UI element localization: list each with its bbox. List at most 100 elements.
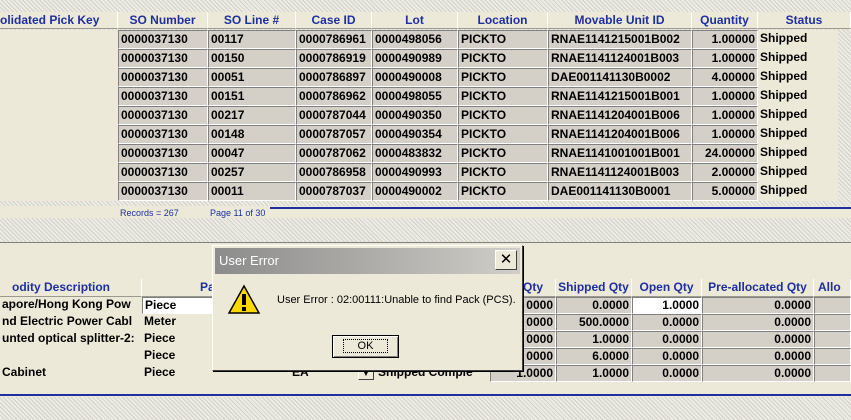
col-header-case-id[interactable]: Case ID: [296, 12, 372, 29]
cell-lot[interactable]: 0000490002: [372, 182, 458, 201]
cell-pre-allocated-qty[interactable]: 0.0000: [702, 348, 814, 365]
cell-location[interactable]: PICKTO: [458, 106, 548, 125]
cell-allocated[interactable]: [814, 331, 851, 348]
cell-pre-allocated-qty[interactable]: 0.0000: [702, 314, 814, 331]
cell-so-number[interactable]: 0000037130: [118, 30, 208, 49]
cell-consolidated-pick-key[interactable]: [0, 106, 118, 125]
cell-so-number[interactable]: 0000037130: [118, 106, 208, 125]
cell-lot[interactable]: 0000498055: [372, 87, 458, 106]
cell-consolidated-pick-key[interactable]: [0, 87, 118, 106]
cell-case-id[interactable]: 0000787037: [296, 182, 372, 201]
cell-so-number[interactable]: 0000037130: [118, 144, 208, 163]
col-header-shipped-qty[interactable]: Shipped Qty: [556, 279, 632, 297]
dialog-title-bar[interactable]: User Error: [215, 248, 520, 274]
cell-quantity[interactable]: 5.00000: [692, 182, 758, 201]
cell-movable-unit-id[interactable]: RNAE1141124001B003: [548, 163, 692, 182]
cell-status[interactable]: Shipped: [758, 163, 838, 182]
cell-lot[interactable]: 0000490008: [372, 68, 458, 87]
cell-so-line[interactable]: 00051: [208, 68, 296, 87]
cell-case-id[interactable]: 0000787062: [296, 144, 372, 163]
cell-location[interactable]: PICKTO: [458, 182, 548, 201]
cell-case-id[interactable]: 0000786958: [296, 163, 372, 182]
cell-shipped-qty[interactable]: 1.0000: [556, 331, 632, 348]
cell-so-number[interactable]: 0000037130: [118, 182, 208, 201]
cell-allocated[interactable]: [814, 314, 851, 331]
cell-so-number[interactable]: 0000037130: [118, 49, 208, 68]
cell-open-qty[interactable]: 0.0000: [632, 331, 702, 348]
cell-movable-unit-id[interactable]: DAE001141130B0001: [548, 182, 692, 201]
cell-status[interactable]: Shipped: [758, 87, 838, 106]
cell-open-qty[interactable]: 0.0000: [632, 348, 702, 365]
cell-consolidated-pick-key[interactable]: [0, 163, 118, 182]
col-header-allocated[interactable]: Allo: [814, 279, 851, 297]
cell-quantity[interactable]: 4.00000: [692, 68, 758, 87]
cell-consolidated-pick-key[interactable]: [0, 182, 118, 201]
col-header-so-line[interactable]: SO Line #: [208, 12, 296, 29]
cell-lot[interactable]: 0000490989: [372, 49, 458, 68]
cell-so-line[interactable]: 00047: [208, 144, 296, 163]
cell-consolidated-pick-key[interactable]: [0, 125, 118, 144]
cell-quantity[interactable]: 1.00000: [692, 106, 758, 125]
cell-location[interactable]: PICKTO: [458, 30, 548, 49]
cell-movable-unit-id[interactable]: RNAE1141204001B006: [548, 106, 692, 125]
col-header-so-number[interactable]: SO Number: [118, 12, 208, 29]
cell-open-qty[interactable]: 0.0000: [632, 365, 702, 382]
cell-location[interactable]: PICKTO: [458, 144, 548, 163]
col-header-open-qty[interactable]: Open Qty: [632, 279, 702, 297]
cell-so-number[interactable]: 0000037130: [118, 87, 208, 106]
cell-commodity-description[interactable]: Cabinet: [0, 365, 142, 382]
cell-movable-unit-id[interactable]: RNAE1141124001B003: [548, 49, 692, 68]
col-header-consolidated-pick-key[interactable]: olidated Pick Key: [0, 12, 118, 29]
cell-case-id[interactable]: 0000787044: [296, 106, 372, 125]
col-header-lot[interactable]: Lot: [372, 12, 458, 29]
cell-consolidated-pick-key[interactable]: [0, 49, 118, 68]
cell-case-id[interactable]: 0000786919: [296, 49, 372, 68]
cell-status[interactable]: Shipped: [758, 30, 838, 49]
cell-so-number[interactable]: 0000037130: [118, 68, 208, 87]
cell-commodity-description[interactable]: nd Electric Power Cabl: [0, 314, 142, 331]
cell-so-line[interactable]: 00217: [208, 106, 296, 125]
cell-quantity[interactable]: 1.00000: [692, 125, 758, 144]
cell-quantity[interactable]: 1.00000: [692, 30, 758, 49]
cell-lot[interactable]: 0000490354: [372, 125, 458, 144]
cell-quantity[interactable]: 1.00000: [692, 49, 758, 68]
cell-movable-unit-id[interactable]: RNAE1141215001B001: [548, 87, 692, 106]
cell-movable-unit-id[interactable]: RNAE1141001001B001: [548, 144, 692, 163]
cell-consolidated-pick-key[interactable]: [0, 144, 118, 163]
cell-allocated[interactable]: [814, 365, 851, 382]
cell-case-id[interactable]: 0000786897: [296, 68, 372, 87]
cell-commodity-description[interactable]: apore/Hong Kong Pow: [0, 297, 142, 314]
cell-so-line[interactable]: 00257: [208, 163, 296, 182]
cell-location[interactable]: PICKTO: [458, 49, 548, 68]
cell-location[interactable]: PICKTO: [458, 125, 548, 144]
cell-quantity[interactable]: 24.00000: [692, 144, 758, 163]
cell-commodity-description[interactable]: unted optical splitter-2:: [0, 331, 142, 348]
cell-so-line[interactable]: 00117: [208, 30, 296, 49]
cell-status[interactable]: Shipped: [758, 68, 838, 87]
cell-allocated[interactable]: [814, 297, 851, 314]
cell-status[interactable]: Shipped: [758, 106, 838, 125]
col-header-location[interactable]: Location: [458, 12, 548, 29]
ok-button[interactable]: OK: [332, 335, 399, 358]
cell-pre-allocated-qty[interactable]: 0.0000: [702, 365, 814, 382]
col-header-pre-allocated-qty[interactable]: Pre-allocated Qty: [702, 279, 814, 297]
cell-shipped-qty[interactable]: 500.0000: [556, 314, 632, 331]
cell-open-qty[interactable]: 0.0000: [632, 314, 702, 331]
cell-shipped-qty[interactable]: 1.0000: [556, 365, 632, 382]
cell-movable-unit-id[interactable]: RNAE1141215001B002: [548, 30, 692, 49]
cell-location[interactable]: PICKTO: [458, 68, 548, 87]
cell-location[interactable]: PICKTO: [458, 163, 548, 182]
cell-commodity-description[interactable]: [0, 348, 142, 365]
cell-consolidated-pick-key[interactable]: [0, 30, 118, 49]
cell-lot[interactable]: 0000490350: [372, 106, 458, 125]
cell-pre-allocated-qty[interactable]: 0.0000: [702, 331, 814, 348]
cell-so-line[interactable]: 00150: [208, 49, 296, 68]
cell-shipped-qty[interactable]: 0.0000: [556, 297, 632, 314]
col-header-status[interactable]: Status: [758, 12, 851, 29]
cell-so-line[interactable]: 00151: [208, 87, 296, 106]
cell-shipped-qty[interactable]: 6.0000: [556, 348, 632, 365]
cell-status[interactable]: Shipped: [758, 49, 838, 68]
cell-lot[interactable]: 0000498056: [372, 30, 458, 49]
cell-open-qty[interactable]: 1.0000: [632, 297, 702, 314]
cell-location[interactable]: PICKTO: [458, 87, 548, 106]
